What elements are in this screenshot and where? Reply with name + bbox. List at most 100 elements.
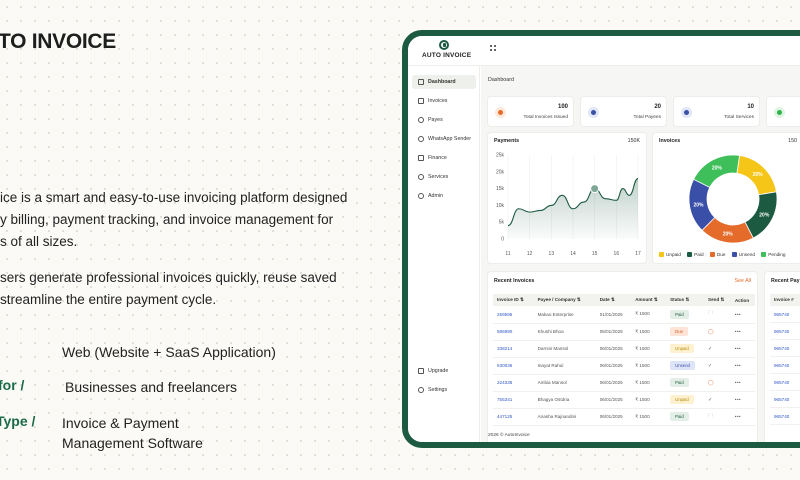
- see-all-link[interactable]: See All: [735, 278, 752, 284]
- more-actions-icon[interactable]: •••: [735, 329, 741, 334]
- sidebar-item-settings[interactable]: Settings: [412, 383, 476, 397]
- action-cell[interactable]: •••: [730, 408, 755, 426]
- payment-invoice-link[interactable]: 965740: [770, 391, 800, 408]
- meta-key: for /: [0, 377, 25, 393]
- status-badge: Unpaid: [670, 395, 694, 404]
- column-header[interactable]: Amount ⇅: [631, 294, 667, 306]
- sidebar-item-whatsapp[interactable]: WhatsApp Sender: [412, 132, 476, 146]
- stat-card-invoices[interactable]: 100 Total Invoices Issued: [487, 96, 574, 127]
- more-actions-icon[interactable]: •••: [735, 363, 741, 368]
- more-actions-icon[interactable]: •••: [735, 380, 741, 385]
- sidebar-item-payes[interactable]: Payes: [412, 113, 476, 127]
- invoice-id-link[interactable]: 755341: [493, 391, 534, 409]
- action-cell[interactable]: •••: [730, 323, 755, 341]
- stat-card-payees[interactable]: 20 Total Payees: [580, 96, 667, 127]
- amount-cell: ₹ 1500: [631, 391, 667, 409]
- more-actions-icon[interactable]: •••: [735, 397, 741, 402]
- sidebar-item-finance[interactable]: Finance: [412, 151, 476, 165]
- meta-value: Invoice & Payment: [62, 415, 179, 431]
- table-row[interactable]: 586990 Khushi Bhoa 05/01/2025 ₹ 1500 Due ◯ •••: [493, 323, 755, 341]
- table-row[interactable]: 755341 Bhagya Ostdria 06/01/2025 ₹ 1500 Unpa…: [493, 391, 755, 409]
- sidebar-item-upgrade[interactable]: Upgrade: [412, 364, 476, 378]
- send-folder-icon[interactable]: 🗀: [708, 413, 713, 419]
- action-cell[interactable]: •••: [730, 374, 755, 392]
- date-cell: 01/01/2025: [595, 306, 632, 324]
- payment-invoice-link[interactable]: 965740: [770, 357, 800, 374]
- legend-label: Unpaid: [666, 252, 681, 257]
- table-row[interactable]: 338214 Darnini Mansol 06/01/2025 ₹ 1500 Unpa…: [493, 340, 755, 358]
- invoice-id-link[interactable]: 259595: [493, 306, 534, 324]
- y-tick-label: 20k: [496, 169, 505, 175]
- invoice-id-link[interactable]: 586990: [493, 323, 534, 341]
- stat-card-services[interactable]: 10 Total Services: [673, 96, 760, 127]
- slice-label: 20%: [753, 172, 764, 178]
- more-actions-icon[interactable]: •••: [735, 414, 741, 419]
- menu-grid-icon[interactable]: [490, 45, 498, 53]
- table-row[interactable]: 224336 Ambia Mansol 06/01/2025 ₹ 1500 Paid ◯ •…: [493, 374, 755, 392]
- dashboard-icon: [418, 79, 424, 85]
- app-header: AUTO INVOICE: [408, 36, 800, 66]
- invoice-id-link[interactable]: 338214: [493, 340, 534, 358]
- payment-invoice-link[interactable]: 965740: [770, 340, 800, 357]
- send-cell[interactable]: ◯: [704, 323, 731, 341]
- table-row[interactable]: 259595 Makao Enterprise 01/01/2025 ₹ 1500 Pa…: [493, 306, 755, 324]
- send-folder-icon[interactable]: 🗀: [708, 310, 713, 316]
- more-actions-icon[interactable]: •••: [735, 312, 741, 317]
- stat-card-extra[interactable]: [766, 96, 800, 127]
- slice-label: 20%: [759, 212, 770, 218]
- sidebar-item-admin[interactable]: Admin: [412, 189, 476, 203]
- send-cell[interactable]: ✓: [704, 357, 731, 375]
- status-badge: Unpaid: [670, 344, 694, 353]
- invoice-stat-icon: [495, 107, 506, 118]
- send-check-icon[interactable]: ✓: [708, 363, 712, 369]
- x-tick-label: 17: [635, 251, 641, 257]
- send-cell[interactable]: ✓: [704, 340, 731, 358]
- more-actions-icon[interactable]: •••: [735, 346, 741, 351]
- send-cell[interactable]: ◯: [704, 374, 731, 392]
- slice-label: 20%: [693, 203, 704, 209]
- sidebar-item-invoices[interactable]: Invoices: [412, 94, 476, 108]
- sort-icon: ⇅: [685, 297, 690, 302]
- invoice-id-link[interactable]: 530036: [493, 357, 534, 375]
- legend-label: Due: [716, 252, 726, 257]
- legend-label: Pending: [768, 252, 786, 257]
- send-circle-icon[interactable]: ◯: [708, 380, 714, 386]
- send-cell[interactable]: 🗀: [704, 306, 731, 324]
- action-cell[interactable]: •••: [730, 306, 755, 324]
- table-row[interactable]: 447125 Anasha Rajnandini 06/01/2025 ₹ 1500 P…: [493, 408, 755, 426]
- column-header[interactable]: Payee / Company ⇅: [533, 294, 596, 306]
- payment-invoice-link[interactable]: 965740: [770, 306, 800, 323]
- date-cell: 06/01/2025: [595, 374, 632, 392]
- amount-cell: ₹ 1500: [631, 306, 667, 324]
- stat-value: 20: [654, 104, 661, 110]
- send-cell[interactable]: 🗀: [704, 408, 731, 426]
- payment-invoice-link[interactable]: 965740: [770, 374, 800, 391]
- send-circle-icon[interactable]: ◯: [708, 329, 714, 335]
- status-cell: Paid: [666, 408, 705, 426]
- send-cell[interactable]: ✓: [704, 391, 731, 409]
- column-header[interactable]: Status ⇅: [666, 294, 705, 306]
- action-cell[interactable]: •••: [730, 357, 755, 375]
- sidebar-item-label: Dashboard: [428, 79, 456, 85]
- payment-invoice-link[interactable]: 965740: [770, 323, 800, 340]
- legend-item: Paid: [687, 252, 704, 257]
- date-cell: 06/01/2025: [595, 408, 632, 426]
- action-cell[interactable]: •••: [730, 391, 755, 409]
- invoice-id-link[interactable]: 224336: [493, 374, 534, 392]
- sidebar-item-dashboard[interactable]: Dashboard: [412, 75, 476, 89]
- sidebar-item-services[interactable]: Services: [412, 170, 476, 184]
- payment-invoice-link[interactable]: 965740: [770, 408, 800, 425]
- action-cell[interactable]: •••: [730, 340, 755, 358]
- legend-item: Due: [709, 252, 726, 257]
- column-header[interactable]: Send ⇅: [704, 294, 731, 306]
- sidebar: Dashboard Invoices Payes WhatsApp Sender…: [408, 66, 480, 442]
- send-check-icon[interactable]: ✓: [708, 397, 712, 403]
- invoice-id-link[interactable]: 447125: [493, 408, 534, 426]
- column-header[interactable]: Invoice ID ⇅: [493, 294, 534, 306]
- status-badge: Paid: [670, 412, 689, 421]
- send-check-icon[interactable]: ✓: [708, 346, 712, 352]
- upgrade-icon: [418, 368, 424, 374]
- column-header[interactable]: Date ⇅: [595, 294, 632, 306]
- stat-value: 10: [747, 104, 754, 110]
- table-row[interactable]: 530036 Inayat Rahul 06/01/2025 ₹ 1500 Unsend…: [493, 357, 755, 375]
